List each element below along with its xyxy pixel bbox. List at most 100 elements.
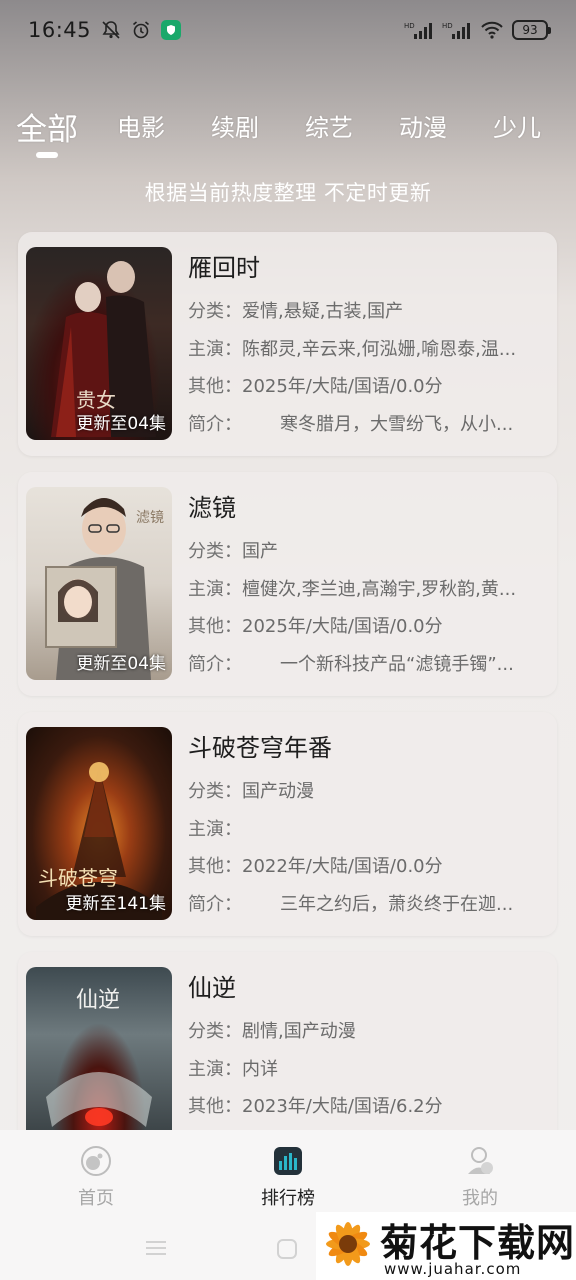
active-tab-indicator xyxy=(36,152,58,158)
wifi-icon xyxy=(480,20,504,40)
nav-ranking[interactable]: 排行榜 xyxy=(228,1144,348,1210)
mute-bell-icon xyxy=(101,20,121,40)
tab-anime[interactable]: 动漫 xyxy=(399,108,447,143)
bottom-navigation: 首页 排行榜 我的 xyxy=(0,1130,576,1220)
flower-logo-icon xyxy=(318,1214,378,1274)
cast-label: 主演： xyxy=(188,338,242,360)
profile-icon xyxy=(463,1144,497,1178)
other-row: 其他： 2025年/大陆/国语/0.0分 xyxy=(188,368,540,406)
cast-label: 主演： xyxy=(188,1058,242,1080)
svg-text:滤镜: 滤镜 xyxy=(136,510,164,526)
item-info: 雁回时 分类： 爱情,悬疑,古装,国产 主演： 陈都灵,辛云来,何泓姗,喻恩泰,温.… xyxy=(188,248,540,443)
other-row: 其他： 2023年/大陆/国语/6.2分 xyxy=(188,1088,540,1126)
watermark-url: www.juahar.com xyxy=(384,1260,522,1278)
svg-text:HD: HD xyxy=(442,22,453,30)
other-label: 其他： xyxy=(188,856,242,877)
other-value: 2023年/大陆/国语/6.2分 xyxy=(242,1096,443,1117)
cast-label: 主演： xyxy=(188,578,242,600)
svg-text:仙逆: 仙逆 xyxy=(76,988,120,1013)
ranking-icon xyxy=(271,1144,305,1178)
intro-value: 一个新科技产品“滤镜手镯”... xyxy=(280,653,514,675)
other-label: 其他： xyxy=(188,616,242,637)
status-bar: 16:45 HD HD 93 xyxy=(0,0,576,60)
nav-profile-label: 我的 xyxy=(462,1188,498,1209)
intro-row: 简介： 寒冬腊月，大雪纷飞，从小... xyxy=(188,406,540,444)
category-value: 国产动漫 xyxy=(242,781,314,802)
other-value: 2025年/大陆/国语/0.0分 xyxy=(242,616,443,637)
category-label: 分类： xyxy=(188,1021,242,1042)
tab-series[interactable]: 续剧 xyxy=(211,108,259,143)
other-row: 其他： 2025年/大陆/国语/0.0分 xyxy=(188,608,540,646)
ranking-subtitle: 根据当前热度整理 不定时更新 xyxy=(144,181,432,205)
signal-1-icon: HD xyxy=(404,20,434,40)
intro-label: 简介： xyxy=(188,653,242,675)
poster-image[interactable]: 贵女 更新至04集 xyxy=(26,247,172,440)
item-title: 滤镜 xyxy=(188,494,236,522)
nav-home[interactable]: 首页 xyxy=(36,1144,156,1210)
item-title: 斗破苍穹年番 xyxy=(188,734,332,762)
list-item[interactable]: 滤镜 更新至04集 滤镜 分类： 国产 主演： 檀健次,李兰迪,高瀚宇,罗秋韵,黄.… xyxy=(18,472,557,696)
other-label: 其他： xyxy=(188,1096,242,1117)
item-title: 雁回时 xyxy=(188,254,260,282)
episode-badge: 更新至04集 xyxy=(76,414,166,434)
other-value: 2022年/大陆/国语/0.0分 xyxy=(242,856,443,877)
list-item[interactable]: 斗破苍穹 更新至141集 斗破苍穹年番 分类： 国产动漫 主演： 其他： 2022年… xyxy=(18,712,557,936)
svg-text:斗破苍穹: 斗破苍穹 xyxy=(38,866,118,890)
category-label: 分类： xyxy=(188,541,242,562)
nav-profile[interactable]: 我的 xyxy=(420,1144,540,1210)
episode-badge: 更新至141集 xyxy=(65,894,166,914)
tab-kids[interactable]: 少儿 xyxy=(493,108,541,143)
status-time: 16:45 xyxy=(28,18,92,42)
category-row: 分类： 爱情,悬疑,古装,国产 xyxy=(188,293,540,331)
other-row: 其他： 2022年/大陆/国语/0.0分 xyxy=(188,848,540,886)
watermark-title: 菊花下载网 xyxy=(380,1221,576,1265)
alarm-icon xyxy=(131,20,151,40)
category-row: 分类： 国产 xyxy=(188,533,540,571)
cast-row: 主演： xyxy=(188,811,540,849)
tab-all[interactable]: 全部 xyxy=(16,104,78,149)
cast-row: 主演： 内详 xyxy=(188,1051,540,1089)
cast-value: 内详 xyxy=(242,1058,278,1080)
cast-value xyxy=(242,811,540,849)
cast-label: 主演： xyxy=(188,818,242,840)
intro-label: 简介： xyxy=(188,893,242,915)
episode-badge: 更新至04集 xyxy=(76,654,166,674)
tab-variety[interactable]: 综艺 xyxy=(305,108,353,143)
poster-image[interactable]: 斗破苍穹 更新至141集 xyxy=(26,727,172,920)
cast-value: 檀健次,李兰迪,高瀚宇,罗秋韵,黄... xyxy=(242,578,517,600)
intro-row: 简介： 一个新科技产品“滤镜手镯”... xyxy=(188,646,540,684)
battery-indicator: 93 xyxy=(512,20,551,40)
category-row: 分类： 剧情,国产动漫 xyxy=(188,1013,540,1051)
tab-movies[interactable]: 电影 xyxy=(117,108,165,143)
home-icon xyxy=(79,1144,113,1178)
signal-2-icon: HD xyxy=(442,20,472,40)
nav-home-label: 首页 xyxy=(78,1188,114,1209)
item-title: 仙逆 xyxy=(188,974,236,1002)
category-value: 剧情,国产动漫 xyxy=(242,1021,356,1042)
cast-value: 陈都灵,辛云来,何泓姗,喻恩泰,温... xyxy=(242,338,517,360)
other-label: 其他： xyxy=(188,376,242,397)
category-value: 爱情,悬疑,古装,国产 xyxy=(242,301,404,322)
intro-row: 简介： 三年之约后，萧炎终于在迦... xyxy=(188,886,540,924)
category-tabs: 全部 电影 续剧 综艺 动漫 少儿 xyxy=(0,100,576,164)
security-shield-icon xyxy=(161,20,182,40)
intro-value: 三年之约后，萧炎终于在迦... xyxy=(280,893,514,915)
item-info: 滤镜 分类： 国产 主演： 檀健次,李兰迪,高瀚宇,罗秋韵,黄... 其他： 2025… xyxy=(188,488,540,683)
category-label: 分类： xyxy=(188,781,242,802)
other-value: 2025年/大陆/国语/0.0分 xyxy=(242,376,443,397)
home-button-icon[interactable] xyxy=(276,1238,298,1264)
svg-text:HD: HD xyxy=(404,22,415,30)
intro-value: 寒冬腊月，大雪纷飞，从小... xyxy=(280,413,514,435)
category-value: 国产 xyxy=(242,541,278,562)
cast-row: 主演： 陈都灵,辛云来,何泓姗,喻恩泰,温... xyxy=(188,331,540,369)
nav-ranking-label: 排行榜 xyxy=(261,1188,315,1209)
menu-icon[interactable] xyxy=(144,1238,168,1262)
category-label: 分类： xyxy=(188,301,242,322)
watermark: 菊花下载网 www.juahar.com xyxy=(316,1212,576,1280)
list-item[interactable]: 贵女 更新至04集 雁回时 分类： 爱情,悬疑,古装,国产 主演： 陈都灵,辛云来,… xyxy=(18,232,557,456)
item-info: 斗破苍穹年番 分类： 国产动漫 主演： 其他： 2022年/大陆/国语/0.0分 简… xyxy=(188,728,540,923)
intro-label: 简介： xyxy=(188,413,242,435)
category-row: 分类： 国产动漫 xyxy=(188,773,540,811)
poster-image[interactable]: 滤镜 更新至04集 xyxy=(26,487,172,680)
cast-row: 主演： 檀健次,李兰迪,高瀚宇,罗秋韵,黄... xyxy=(188,571,540,609)
